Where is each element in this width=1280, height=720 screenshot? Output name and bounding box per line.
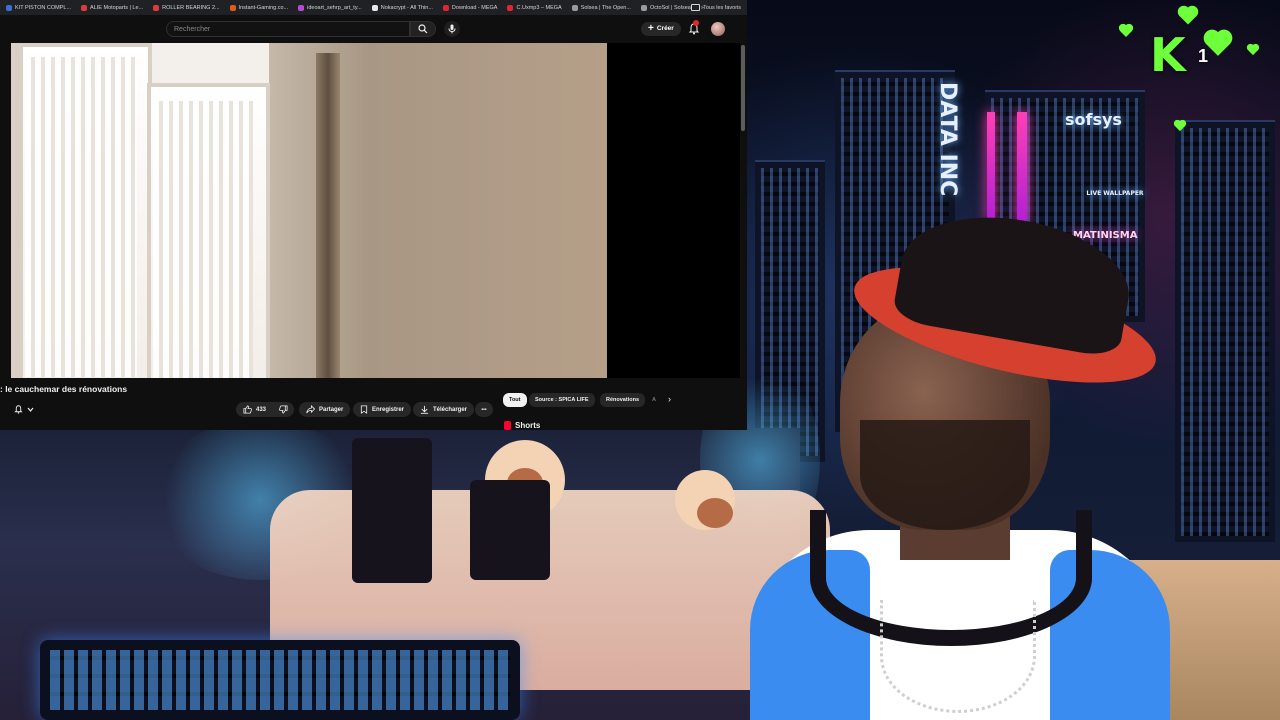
bookmark-favicon <box>571 4 578 11</box>
bookmark[interactable]: Nokacrypt - All Thin... <box>371 4 433 11</box>
download-icon <box>420 405 429 414</box>
thumbs-down-icon <box>279 405 288 414</box>
like-button[interactable]: 433 <box>236 402 274 417</box>
bookmark[interactable]: C.Uxmp3 – MEGA <box>507 4 562 11</box>
bookmark[interactable]: Download - MEGA <box>442 4 497 11</box>
black-sock <box>352 438 432 583</box>
bookmarks-bar: KIT PISTON COMPL... ALIE Motoparts | Le.… <box>0 0 747 15</box>
save-button[interactable]: Enregistrer <box>353 402 412 417</box>
share-icon <box>306 405 315 414</box>
bookmark-favicon <box>229 4 236 11</box>
streamer <box>750 200 1170 720</box>
scrollbar-thumb[interactable] <box>741 45 745 131</box>
bookmark-favicon <box>371 4 378 11</box>
search-icon <box>418 24 428 34</box>
folder-icon <box>691 4 701 11</box>
bookmark[interactable]: KIT PISTON COMPL... <box>6 4 71 11</box>
data-inc-sign: DATA INC <box>935 82 960 197</box>
black-sock <box>470 480 550 580</box>
wallpaper-sign: LIVE WALLPAPER <box>1086 190 1144 197</box>
video-side-panel <box>607 43 740 378</box>
bookmark-favicon <box>153 4 160 11</box>
notification-badge <box>693 20 699 26</box>
video-window-frame <box>19 43 270 378</box>
channel-logo: K <box>1150 28 1186 82</box>
account-avatar[interactable] <box>711 22 725 36</box>
thumbs-up-icon <box>243 405 252 414</box>
search-input[interactable]: Rechercher <box>166 21 410 37</box>
chip-more[interactable]: A <box>650 393 658 407</box>
chevron-down-icon <box>27 407 34 412</box>
logo-counter: 1 <box>1198 46 1209 66</box>
chip-renovations[interactable]: Rénovations <box>600 393 646 407</box>
bookmark-icon <box>360 405 368 414</box>
youtube-header: Rechercher + Créer <box>0 15 747 43</box>
bookmark-favicon <box>640 4 647 11</box>
video-curtain <box>153 101 253 378</box>
bookmark-favicon <box>507 4 514 11</box>
browser-window: KIT PISTON COMPL... ALIE Motoparts | Le.… <box>0 0 747 430</box>
subscription-bell-button[interactable] <box>14 403 42 416</box>
bookmark-favicon <box>6 4 12 11</box>
shorts-icon <box>504 421 511 430</box>
dislike-button[interactable] <box>274 402 294 417</box>
bookmark[interactable]: OctoSol | Solsea <box>640 4 691 11</box>
video-title: : le cauchemar des rénovations <box>0 384 128 394</box>
building <box>1175 120 1275 542</box>
bookmark-favicon <box>81 4 88 11</box>
sofsys-sign: sofsys <box>1065 110 1122 129</box>
all-bookmarks[interactable]: Tous les favoris <box>691 4 741 11</box>
bookmark[interactable]: ALIE Motoparts | Le... <box>81 4 143 11</box>
neon-strip <box>987 112 995 222</box>
more-actions-button[interactable]: ••• <box>475 402 493 417</box>
video-curtain <box>25 57 137 377</box>
video-wall-crack <box>316 53 340 378</box>
neon-strip <box>1017 112 1027 222</box>
bell-icon <box>14 405 23 414</box>
bookmark[interactable]: ROLLER BEARING 2... <box>153 4 220 11</box>
like-count: 433 <box>256 406 267 413</box>
create-button[interactable]: + Créer <box>641 22 681 36</box>
bookmark-favicon <box>442 4 449 11</box>
necklace <box>880 600 1036 713</box>
video-player[interactable] <box>11 43 607 378</box>
bookmark[interactable]: Solsea | The Open... <box>571 4 631 11</box>
download-button[interactable]: Télécharger <box>413 402 475 417</box>
chips-next-arrow[interactable]: › <box>668 394 671 404</box>
bookmark[interactable]: Instant-Gaming.co... <box>229 4 288 11</box>
rgb-keyboard <box>40 640 520 720</box>
shorts-section-header: Shorts <box>504 421 540 430</box>
bookmark[interactable]: ideoart_sehrp_art_ty... <box>298 4 362 11</box>
microphone-icon <box>448 24 456 34</box>
search-button[interactable] <box>410 21 436 37</box>
voice-search-button[interactable] <box>444 21 460 37</box>
plus-icon: + <box>648 23 654 34</box>
chip-all[interactable]: Tout <box>503 393 527 407</box>
chip-source[interactable]: Source : SPICA LIFE <box>529 393 595 407</box>
plush-paw <box>675 470 735 530</box>
share-button[interactable]: Partager <box>299 402 351 417</box>
bookmark-favicon <box>298 4 305 11</box>
